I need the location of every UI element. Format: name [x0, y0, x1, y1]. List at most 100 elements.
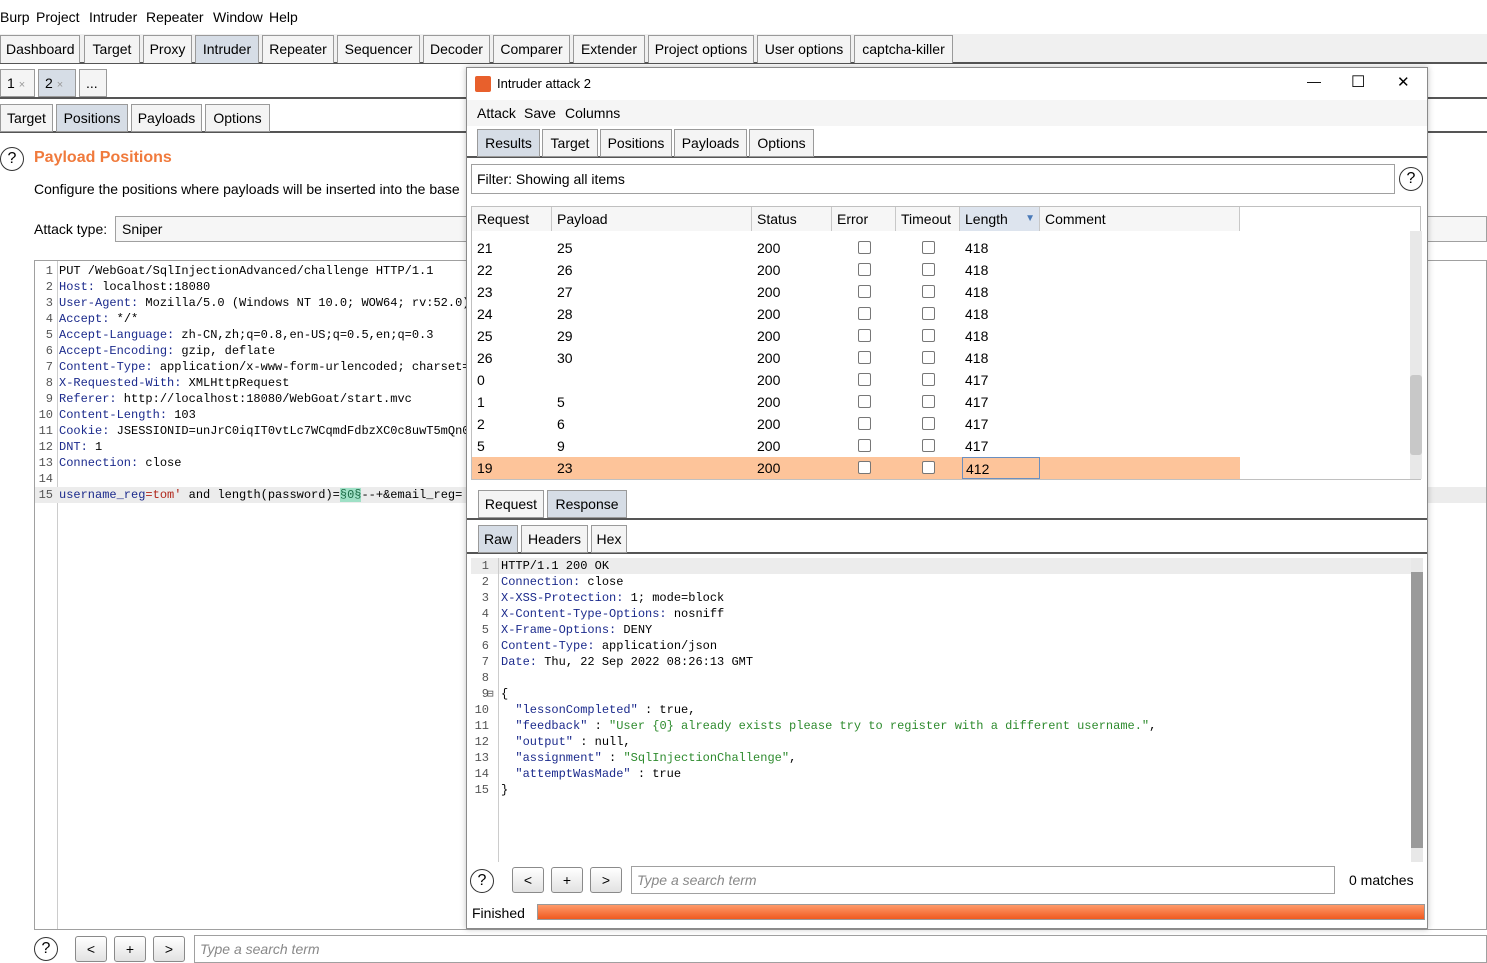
menu-columns[interactable]: Columns	[565, 105, 620, 121]
table-row[interactable]: 5 9 200 417	[472, 435, 1240, 457]
tab-repeater[interactable]: Repeater	[262, 35, 334, 63]
tab-target[interactable]: Target	[542, 129, 598, 157]
tab-project-options[interactable]: Project options	[648, 35, 754, 63]
close-icon[interactable]: ×	[57, 79, 63, 91]
code-line: X-Frame-Options: DENY	[501, 623, 652, 637]
scrollbar-thumb[interactable]	[1411, 572, 1423, 848]
tab-decoder[interactable]: Decoder	[423, 35, 490, 63]
tab-hex[interactable]: Hex	[591, 525, 627, 553]
tab-request[interactable]: Request	[478, 490, 544, 518]
menu-help[interactable]: Help	[269, 9, 298, 25]
col-error[interactable]: Error	[832, 207, 896, 231]
table-row[interactable]: 21 25 200 418	[472, 237, 1240, 259]
tab-options[interactable]: Options	[749, 129, 814, 157]
cell-request: 1	[477, 394, 485, 410]
search-input[interactable]: Type a search term	[631, 866, 1335, 894]
key: "feedback"	[501, 719, 588, 733]
search-add-button[interactable]: +	[551, 867, 583, 893]
menu-window[interactable]: Window	[213, 9, 263, 25]
tab-headers[interactable]: Headers	[521, 525, 588, 553]
menu-project[interactable]: Project	[36, 9, 80, 25]
subtab-target[interactable]: Target	[0, 104, 53, 132]
table-row[interactable]: 0 200 417	[472, 369, 1240, 391]
tab-response[interactable]: Response	[547, 490, 627, 518]
col-length[interactable]: Length ▼	[960, 207, 1040, 231]
code-line: Connection: close	[59, 456, 181, 470]
col-timeout[interactable]: Timeout	[896, 207, 960, 231]
tab-captcha-killer[interactable]: captcha-killer	[854, 35, 953, 63]
cell-request: 5	[477, 438, 485, 454]
attack-tab-1[interactable]: 1 ×	[0, 69, 35, 97]
code-line: PUT /WebGoat/SqlInjectionAdvanced/challe…	[59, 264, 433, 278]
table-row[interactable]: 25 29 200 418	[472, 325, 1240, 347]
response-scrollbar[interactable]	[1411, 558, 1423, 862]
table-row[interactable]: 19 23 200 412	[472, 457, 1240, 479]
help-icon[interactable]: ?	[0, 147, 24, 171]
line-number: 9	[45, 392, 53, 406]
line-number: 6	[45, 344, 53, 358]
cell-request: 26	[477, 350, 493, 366]
help-icon[interactable]: ?	[34, 937, 58, 961]
tab-comparer[interactable]: Comparer	[493, 35, 570, 63]
filter-bar[interactable]: Filter: Showing all items	[471, 164, 1395, 194]
menu-repeater[interactable]: Repeater	[146, 9, 204, 25]
col-payload[interactable]: Payload	[552, 207, 752, 231]
line-number: 11	[474, 719, 489, 733]
search-prev-button[interactable]: <	[75, 936, 107, 962]
close-icon[interactable]: ✕	[1397, 73, 1410, 91]
help-icon[interactable]: ?	[1399, 167, 1423, 191]
search-next-button[interactable]: >	[590, 867, 622, 893]
code-line: Content-Length: 103	[59, 408, 196, 422]
subtab-options[interactable]: Options	[205, 104, 270, 132]
tab-extender[interactable]: Extender	[573, 35, 645, 63]
minimize-icon[interactable]: —	[1307, 73, 1321, 89]
table-row[interactable]: 2 6 200 417	[472, 413, 1240, 435]
search-add-button[interactable]: +	[114, 936, 146, 962]
search-next-button[interactable]: >	[153, 936, 185, 962]
tab-results[interactable]: Results	[477, 129, 540, 157]
table-row[interactable]: 1 5 200 417	[472, 391, 1240, 413]
table-row[interactable]: 24 28 200 418	[472, 303, 1240, 325]
menu-burp[interactable]: Burp	[0, 9, 30, 25]
search-input[interactable]: Type a search term	[194, 935, 1487, 963]
fold-icon[interactable]: ⊟	[487, 687, 494, 701]
tab-raw[interactable]: Raw	[478, 525, 518, 553]
tab-proxy[interactable]: Proxy	[143, 35, 192, 63]
menu-attack[interactable]: Attack	[477, 105, 516, 121]
tab-intruder[interactable]: Intruder	[195, 35, 259, 63]
maximize-icon[interactable]: ☐	[1351, 72, 1365, 92]
timeout-checkbox	[922, 395, 935, 408]
new-attack-tab[interactable]: ...	[79, 69, 107, 97]
scrollbar-thumb[interactable]	[1410, 375, 1422, 455]
header-value: JSESSIONID=unJrC0iqIT0vtLc7WCqmdFdbzXC0c…	[109, 424, 477, 438]
col-status[interactable]: Status	[752, 207, 832, 231]
tab-user-options[interactable]: User options	[757, 35, 851, 63]
search-prev-button[interactable]: <	[512, 867, 544, 893]
table-row[interactable]: 26 30 200 418	[472, 347, 1240, 369]
menu-save[interactable]: Save	[524, 105, 556, 121]
payload-marker[interactable]: §0§	[339, 488, 362, 502]
help-icon[interactable]: ?	[470, 869, 494, 893]
tab-target[interactable]: Target	[84, 35, 140, 63]
attack-tab-label: 1	[7, 75, 15, 91]
subtab-payloads[interactable]: Payloads	[131, 104, 202, 132]
table-row[interactable]: 22 26 200 418	[472, 259, 1240, 281]
table-row[interactable]: 23 27 200 418	[472, 281, 1240, 303]
tab-positions[interactable]: Positions	[600, 129, 672, 157]
header-name: Content-Type:	[59, 360, 153, 374]
col-request[interactable]: Request	[472, 207, 552, 231]
response-editor[interactable]: 1 HTTP/1.1 200 OK 2 Connection: close 3 X-XSS…	[471, 558, 1427, 862]
col-comment[interactable]: Comment	[1040, 207, 1240, 231]
subtab-positions[interactable]: Positions	[56, 104, 128, 132]
close-icon[interactable]: ×	[19, 79, 25, 91]
key: Connection:	[501, 575, 581, 589]
attack-tab-2[interactable]: 2 ×	[38, 69, 76, 97]
table-scrollbar[interactable]	[1410, 231, 1422, 479]
line-number: 14	[38, 472, 53, 486]
tab-sequencer[interactable]: Sequencer	[337, 35, 420, 63]
cell-request: 2	[477, 416, 485, 432]
tab-payloads[interactable]: Payloads	[674, 129, 747, 157]
menu-intruder[interactable]: Intruder	[89, 9, 137, 25]
tab-dashboard[interactable]: Dashboard	[0, 35, 80, 63]
window-title: Intruder attack 2	[497, 76, 591, 91]
